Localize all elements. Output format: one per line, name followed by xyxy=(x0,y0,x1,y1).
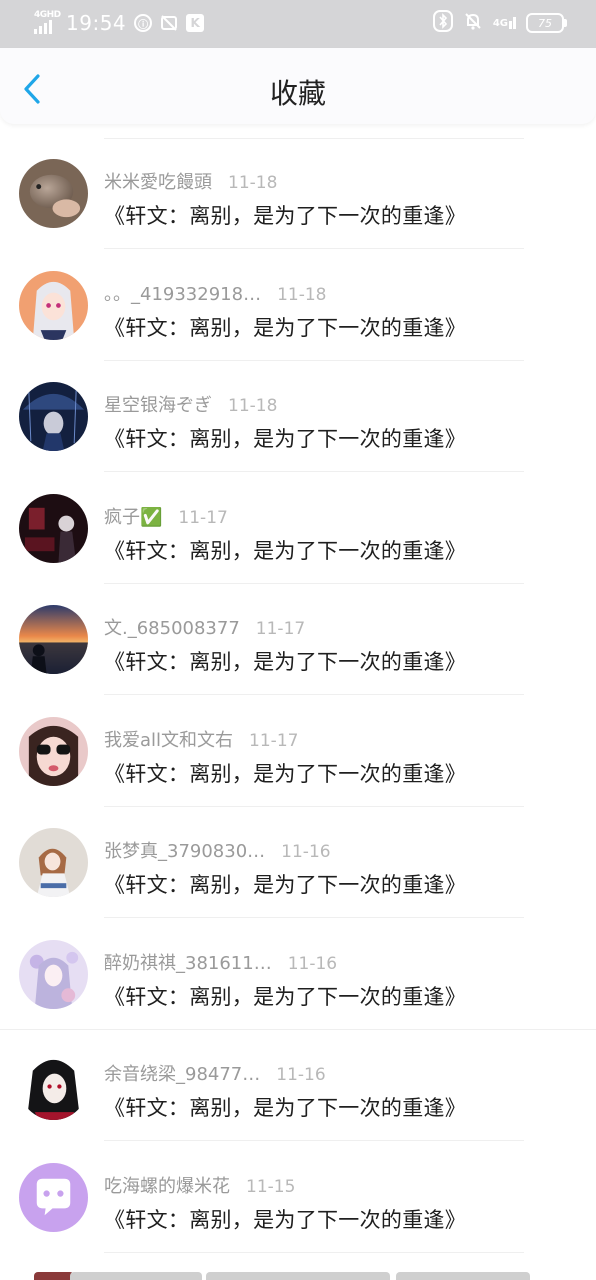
post-title[interactable]: 《轩文：离别，是为了下一次的重逢》 xyxy=(104,981,466,1011)
next-row-peek xyxy=(70,1272,202,1280)
username[interactable]: 我爱all文和文右 xyxy=(104,726,233,752)
avatar[interactable] xyxy=(19,1162,88,1232)
status-bar: 4GHD 19:54 ⓘ K 4G 75 xyxy=(0,0,596,48)
next-row-avatar-peek xyxy=(34,1272,74,1280)
avatar[interactable] xyxy=(19,270,88,340)
item-meta: 星空银海ぞぎ 11-18 xyxy=(104,391,277,417)
item-meta: 张梦真_3790830… 11-16 xyxy=(104,837,331,863)
post-date: 11-18 xyxy=(228,396,278,416)
mute-bell-icon xyxy=(463,11,483,35)
post-title[interactable]: 《轩文：离别，是为了下一次的重逢》 xyxy=(104,312,466,342)
item-meta: 文._685008377 11-17 xyxy=(104,614,305,640)
favorite-item[interactable]: 吃海螺的爆米花 11-15 《轩文：离别，是为了下一次的重逢》 xyxy=(0,1142,596,1253)
post-date: 11-16 xyxy=(276,1065,326,1085)
post-title[interactable]: 《轩文：离别，是为了下一次的重逢》 xyxy=(104,758,466,788)
favorite-item[interactable]: 张梦真_3790830… 11-16 《轩文：离别，是为了下一次的重逢》 xyxy=(0,807,596,918)
no-image-icon xyxy=(160,14,178,32)
username[interactable]: 。。_419332918… xyxy=(104,280,261,306)
post-title[interactable]: 《轩文：离别，是为了下一次的重逢》 xyxy=(104,200,466,230)
post-date: 11-18 xyxy=(228,173,278,193)
avatar[interactable] xyxy=(19,716,88,786)
username[interactable]: 吃海螺的爆米花 xyxy=(104,1172,230,1198)
username[interactable]: 星空银海ぞぎ xyxy=(104,391,212,417)
post-title[interactable]: 《轩文：离别，是为了下一次的重逢》 xyxy=(104,1092,466,1122)
favorite-item[interactable]: 我爱all文和文右 11-17 《轩文：离别，是为了下一次的重逢》 xyxy=(0,696,596,807)
next-row-peek xyxy=(206,1272,390,1280)
divider xyxy=(104,1251,524,1253)
post-date: 11-18 xyxy=(277,284,327,305)
favorite-item[interactable]: 醉奶祺祺_381611… 11-16 《轩文：离别，是为了下一次的重逢》 xyxy=(0,919,596,1030)
post-title[interactable]: 《轩文：离别，是为了下一次的重逢》 xyxy=(104,869,466,899)
avatar[interactable] xyxy=(19,605,88,674)
signal-icon: 4GHD xyxy=(34,10,61,34)
post-date: 11-16 xyxy=(281,842,331,862)
header-bar: 收藏 xyxy=(0,48,596,124)
avatar[interactable] xyxy=(19,382,88,451)
post-date: 11-16 xyxy=(287,953,338,974)
avatar[interactable] xyxy=(19,828,88,897)
post-title[interactable]: 《轩文：离别，是为了下一次的重逢》 xyxy=(104,423,466,453)
username[interactable]: 米米愛吃饅頭 xyxy=(104,168,212,194)
status-time: 19:54 xyxy=(66,11,127,35)
mobile-data-icon: 4G xyxy=(493,17,516,29)
post-date: 11-17 xyxy=(249,730,299,751)
avatar[interactable] xyxy=(19,1051,88,1120)
post-date: 11-17 xyxy=(178,507,228,528)
avatar[interactable] xyxy=(19,939,88,1009)
data-saver-icon: ⓘ xyxy=(134,14,153,32)
post-title[interactable]: 《轩文：离别，是为了下一次的重逢》 xyxy=(104,646,466,676)
post-title[interactable]: 《轩文：离别，是为了下一次的重逢》 xyxy=(104,535,466,565)
k-app-icon: K xyxy=(186,14,205,32)
item-meta: 我爱all文和文右 11-17 xyxy=(104,726,298,752)
avatar[interactable] xyxy=(19,493,88,563)
username[interactable]: 张梦真_3790830… xyxy=(104,837,265,863)
favorite-item[interactable]: 文._685008377 11-17 《轩文：离别，是为了下一次的重逢》 xyxy=(0,584,596,695)
favorite-item[interactable]: 星空银海ぞぎ 11-18 《轩文：离别，是为了下一次的重逢》 xyxy=(0,361,596,472)
item-meta: 米米愛吃饅頭 11-18 xyxy=(104,168,277,194)
favorite-item[interactable]: 。。_419332918… 11-18 《轩文：离别，是为了下一次的重逢》 xyxy=(0,250,596,361)
favorite-item[interactable]: 疯子✅ 11-17 《轩文：离别，是为了下一次的重逢》 xyxy=(0,473,596,584)
item-meta: 疯子✅ 11-17 xyxy=(104,503,228,529)
item-meta: 醉奶祺祺_381611… 11-16 xyxy=(104,949,337,975)
avatar[interactable] xyxy=(19,159,88,228)
post-date: 11-15 xyxy=(246,1176,296,1197)
bluetooth-icon xyxy=(432,10,453,36)
favorite-item[interactable]: 余音绕梁_98477… 11-16 《轩文：离别，是为了下一次的重逢》 xyxy=(0,1030,596,1141)
username[interactable]: 余音绕梁_98477… xyxy=(104,1060,260,1086)
item-meta: 余音绕梁_98477… 11-16 xyxy=(104,1060,326,1086)
username[interactable]: 文._685008377 xyxy=(104,614,240,640)
username[interactable]: 疯子✅ xyxy=(104,503,162,529)
item-meta: 吃海螺的爆米花 11-15 xyxy=(104,1172,295,1198)
favorite-item[interactable]: 米米愛吃饅頭 11-18 《轩文：离别，是为了下一次的重逢》 xyxy=(0,138,596,249)
battery-icon: 75 xyxy=(526,13,567,33)
post-date: 11-17 xyxy=(255,619,306,639)
page-title: 收藏 xyxy=(269,77,326,110)
item-meta: 。。_419332918… 11-18 xyxy=(104,280,326,306)
post-title[interactable]: 《轩文：离别，是为了下一次的重逢》 xyxy=(104,1204,466,1234)
username[interactable]: 醉奶祺祺_381611… xyxy=(104,949,272,975)
next-row-peek xyxy=(396,1272,530,1280)
